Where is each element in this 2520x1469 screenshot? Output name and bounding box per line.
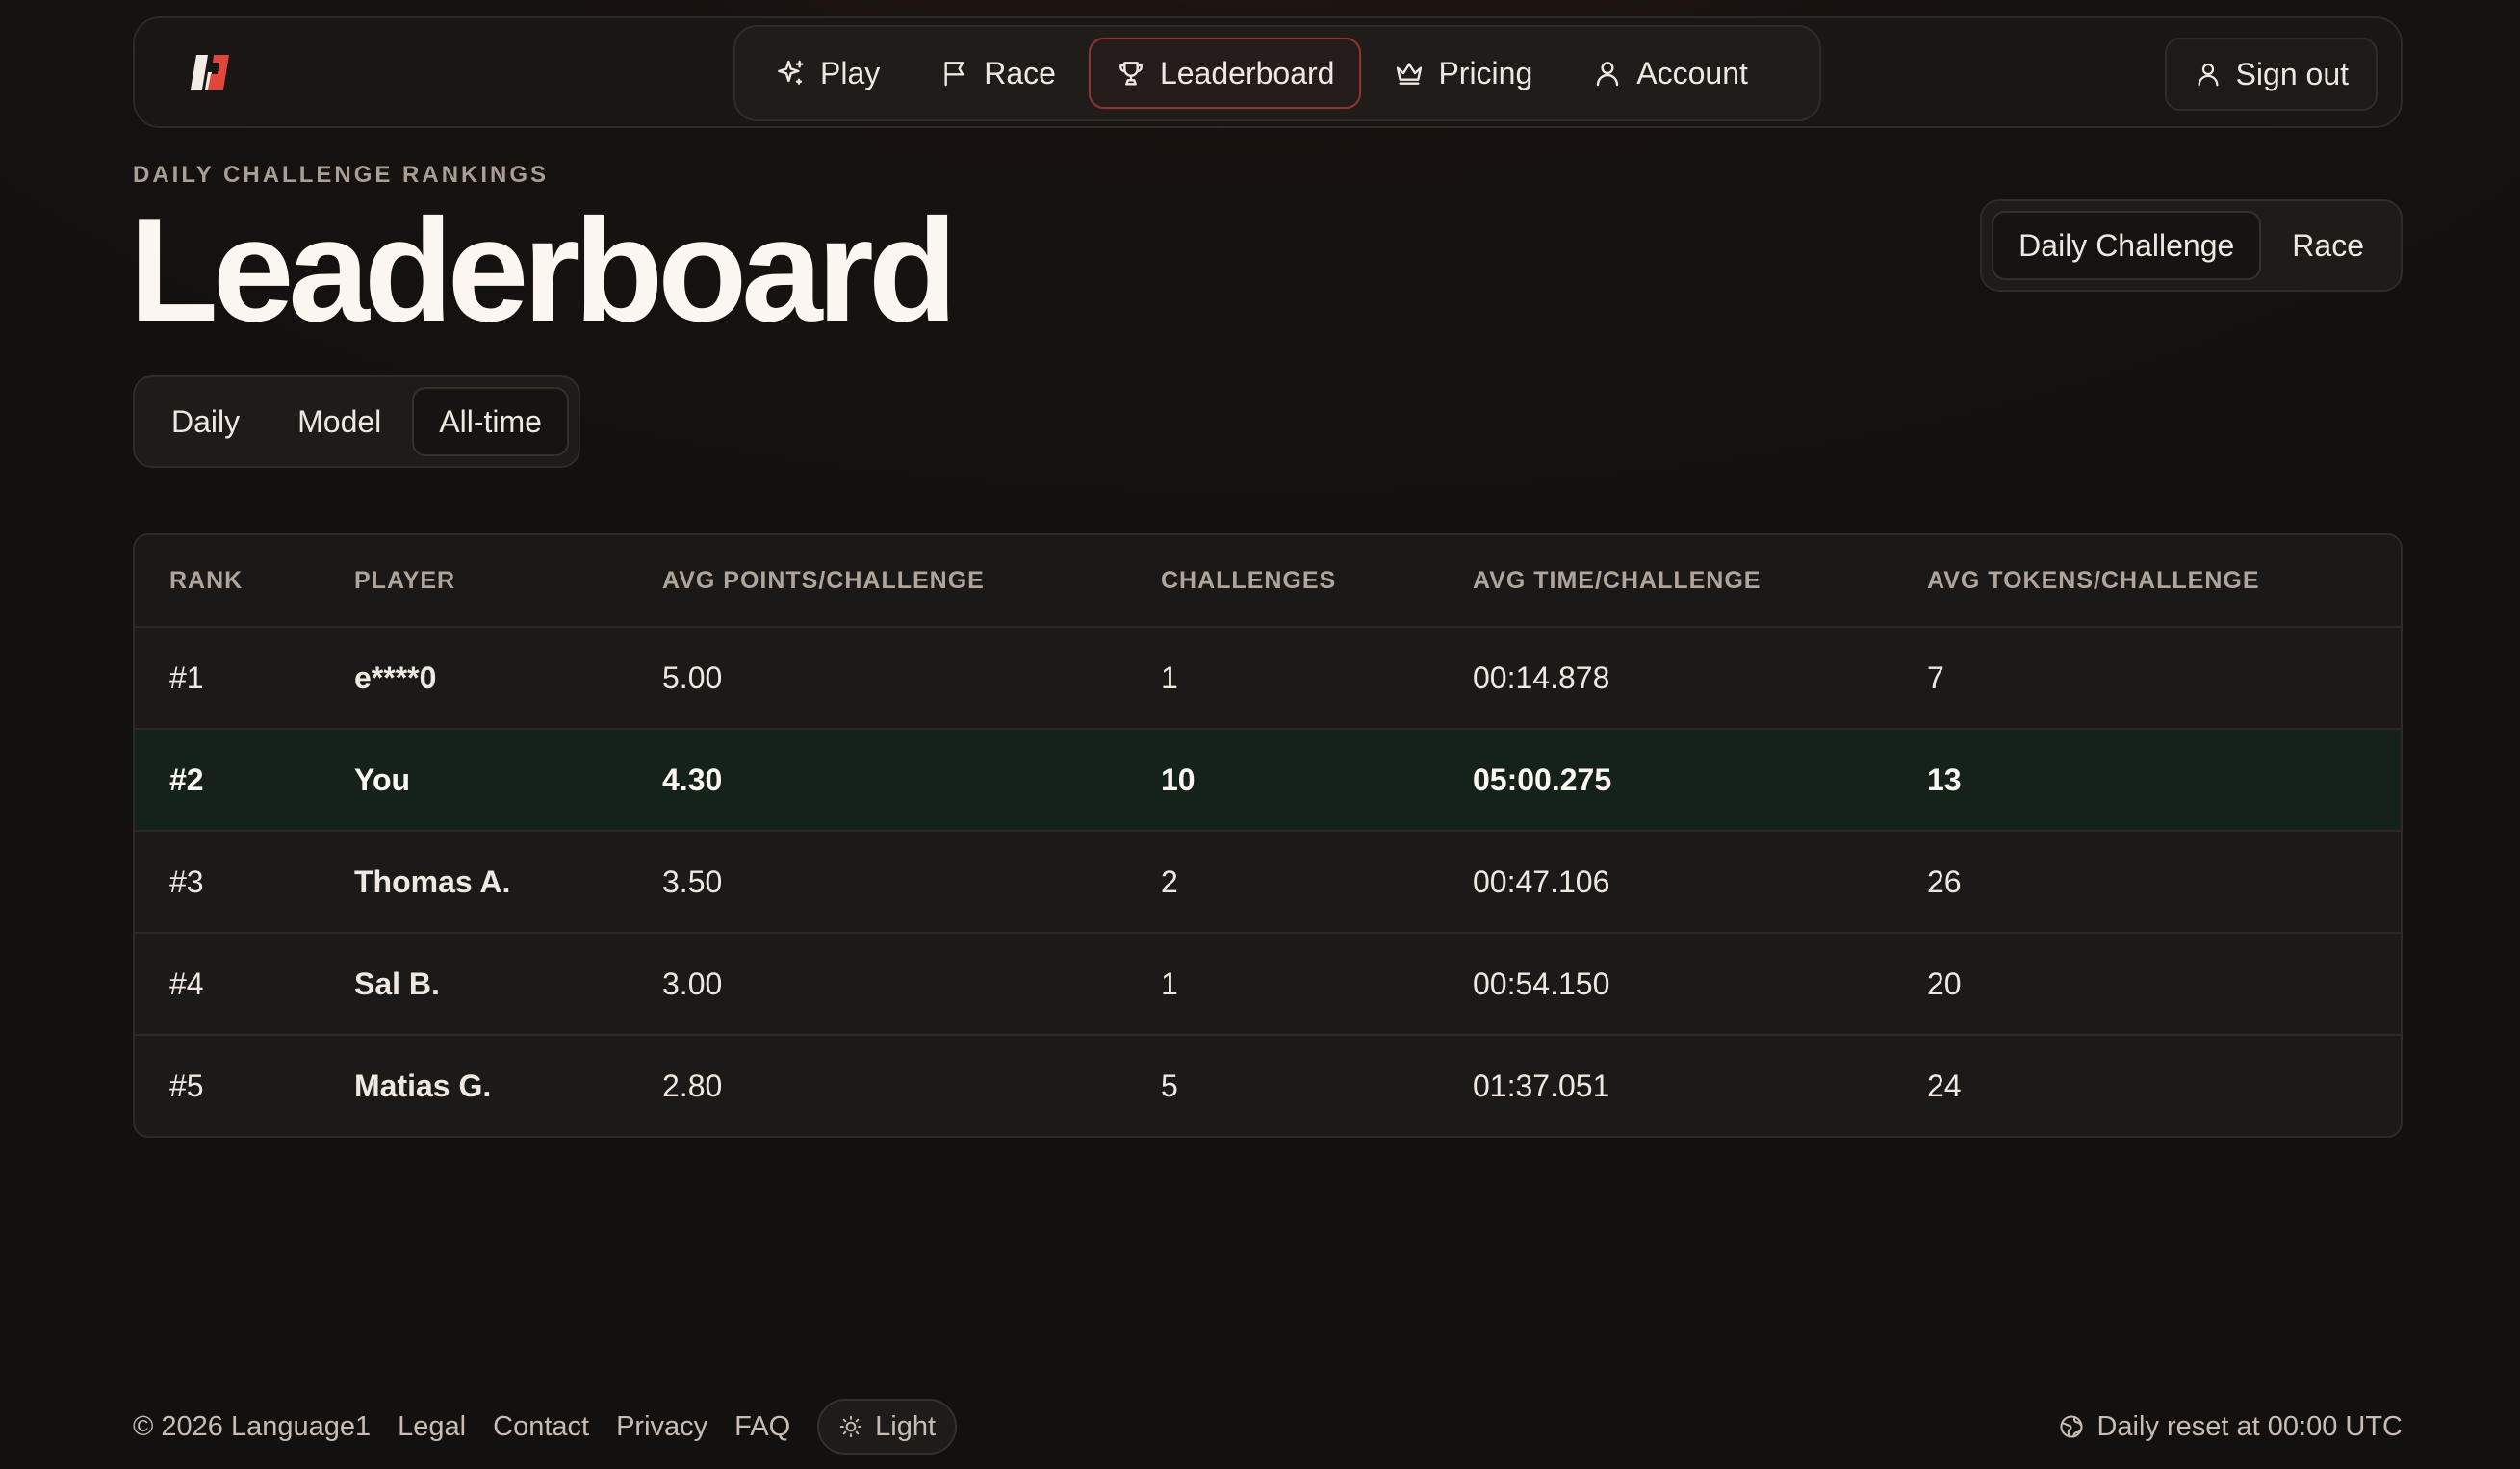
avg-time-cell: 00:14.878 (1473, 659, 1610, 695)
avg-points-cell: 5.00 (662, 659, 723, 695)
column-header-avg-points: AVG POINTS/CHALLENGE (662, 566, 985, 594)
tab-daily-challenge[interactable]: Daily Challenge (1992, 211, 2262, 280)
avg-time-cell: 05:00.275 (1473, 761, 1612, 797)
theme-toggle-label: Light (875, 1410, 937, 1442)
table-row: #4 Sal B. 3.00 1 00:54.150 20 (135, 932, 2401, 1034)
sparkle-icon (776, 58, 807, 89)
challenges-cell: 1 (1161, 659, 1178, 695)
user-icon (1592, 58, 1623, 89)
globe-icon (2058, 1413, 2085, 1440)
footer: © 2026 Language1 Legal Contact Privacy F… (133, 1398, 958, 1456)
rank-cell: #5 (169, 1068, 204, 1103)
tab-daily[interactable]: Daily (144, 387, 267, 456)
avg-tokens-cell: 20 (1927, 966, 1962, 1001)
avg-tokens-cell: 13 (1927, 761, 1962, 797)
rank-cell: #3 (169, 863, 204, 899)
leaderboard-table: RANK PLAYER AVG POINTS/CHALLENGE CHALLEN… (133, 533, 2403, 1138)
avg-time-cell: 00:47.106 (1473, 863, 1610, 899)
column-header-avg-time: AVG TIME/CHALLENGE (1473, 566, 1761, 594)
table-row: #3 Thomas A. 3.50 2 00:47.106 26 (135, 830, 2401, 932)
page-eyebrow: DAILY CHALLENGE RANKINGS (133, 162, 550, 188)
player-cell: Thomas A. (354, 863, 511, 899)
rank-cell: #2 (169, 761, 204, 797)
flag-icon (939, 58, 970, 89)
rank-cell: #4 (169, 966, 204, 1001)
sign-out-label: Sign out (2235, 56, 2349, 91)
tab-model[interactable]: Model (270, 387, 408, 456)
column-header-avg-tokens: AVG TOKENS/CHALLENGE (1927, 566, 2260, 594)
avg-tokens-cell: 24 (1927, 1068, 1962, 1103)
challenges-cell: 10 (1161, 761, 1196, 797)
avg-points-cell: 3.50 (662, 863, 723, 899)
nav-play[interactable]: Play (749, 38, 907, 109)
player-cell: Sal B. (354, 966, 440, 1001)
nav-account[interactable]: Account (1565, 38, 1775, 109)
challenges-cell: 5 (1161, 1068, 1178, 1103)
player-cell: You (354, 761, 411, 797)
column-header-rank: RANK (169, 566, 244, 594)
sign-out-button[interactable]: Sign out (2164, 38, 2378, 111)
avg-tokens-cell: 7 (1927, 659, 1944, 695)
avg-time-cell: 00:54.150 (1473, 966, 1610, 1001)
top-navbar: Play Race Leaderboard Pricing Account Si… (133, 16, 2403, 128)
tab-all-time[interactable]: All-time (412, 387, 569, 456)
page-title: Leaderboard (129, 189, 958, 352)
nav-play-label: Play (820, 55, 881, 90)
footer-link-legal[interactable]: Legal (398, 1411, 466, 1443)
nav-race-label: Race (984, 55, 1056, 90)
mode-switcher: Daily Challenge Race (1980, 199, 2403, 292)
avg-tokens-cell: 26 (1927, 863, 1962, 899)
footer-link-privacy[interactable]: Privacy (616, 1411, 707, 1443)
challenges-cell: 1 (1161, 966, 1178, 1001)
tab-race[interactable]: Race (2265, 211, 2391, 280)
table-row: #1 e****0 5.00 1 00:14.878 7 (135, 626, 2401, 728)
avg-time-cell: 01:37.051 (1473, 1068, 1610, 1103)
table-row: #5 Matias G. 2.80 5 01:37.051 24 (135, 1034, 2401, 1136)
daily-reset-text: Daily reset at 00:00 UTC (2096, 1410, 2403, 1442)
challenges-cell: 2 (1161, 863, 1178, 899)
column-header-challenges: CHALLENGES (1161, 566, 1337, 594)
avg-points-cell: 3.00 (662, 966, 723, 1001)
copyright-text: © 2026 Language1 (133, 1410, 372, 1442)
nav-leaderboard[interactable]: Leaderboard (1088, 38, 1362, 109)
footer-link-faq[interactable]: FAQ (734, 1411, 790, 1443)
player-cell: Matias G. (354, 1068, 492, 1103)
theme-toggle-button[interactable]: Light (817, 1399, 958, 1455)
rank-cell: #1 (169, 659, 204, 695)
user-icon (2194, 60, 2223, 89)
avg-points-cell: 4.30 (662, 761, 723, 797)
trophy-icon (1116, 58, 1146, 89)
nav-account-label: Account (1636, 55, 1748, 90)
table-row-current-user: #2 You 4.30 10 05:00.275 13 (135, 728, 2401, 830)
daily-reset-info: Daily reset at 00:00 UTC (2058, 1398, 2403, 1456)
nav-pricing-label: Pricing (1438, 55, 1533, 90)
language1-logo-icon[interactable] (189, 53, 231, 91)
nav-pricing[interactable]: Pricing (1367, 38, 1559, 109)
table-header-row: RANK PLAYER AVG POINTS/CHALLENGE CHALLEN… (135, 535, 2401, 626)
crown-icon (1394, 58, 1425, 89)
nav-race[interactable]: Race (913, 38, 1083, 109)
sun-icon (838, 1414, 863, 1439)
main-nav: Play Race Leaderboard Pricing Account (733, 25, 1821, 121)
column-header-player: PLAYER (354, 566, 456, 594)
nav-leaderboard-label: Leaderboard (1159, 55, 1335, 90)
footer-link-contact[interactable]: Contact (493, 1411, 589, 1443)
period-switcher: Daily Model All-time (133, 375, 580, 468)
avg-points-cell: 2.80 (662, 1068, 723, 1103)
player-cell: e****0 (354, 659, 437, 695)
